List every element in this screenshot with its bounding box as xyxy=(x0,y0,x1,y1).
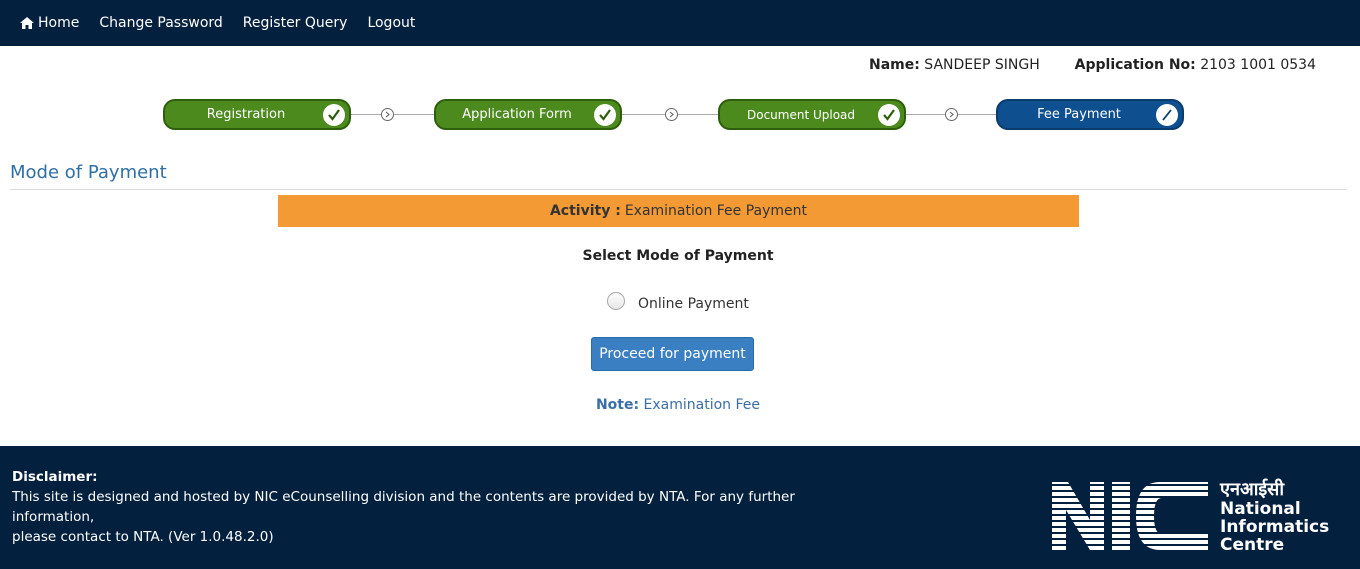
nav-home-link[interactable]: Home xyxy=(20,15,79,31)
check-icon xyxy=(323,104,345,126)
application-no-value: 2103 1001 0534 xyxy=(1200,57,1316,73)
nav-change-password-link[interactable]: Change Password xyxy=(99,15,222,31)
page-title: Mode of Payment xyxy=(10,162,167,183)
online-payment-option[interactable]: Online Payment xyxy=(607,289,749,312)
chevron-right-icon xyxy=(945,108,958,121)
nic-hindi: एनआईसी xyxy=(1220,479,1285,500)
nav-home-label: Home xyxy=(38,15,80,31)
activity-label: Activity : xyxy=(549,203,621,219)
note-label: Note: xyxy=(595,397,640,413)
step-fee-payment: Fee Payment xyxy=(996,99,1184,130)
user-info: Name: SANDEEP SINGH Application No: 2103… xyxy=(869,57,1316,73)
footer: Disclaimer: This site is designed and ho… xyxy=(0,446,1360,569)
step-label: Application Form xyxy=(462,107,572,122)
nav-register-query-link[interactable]: Register Query xyxy=(243,15,348,31)
select-mode-label: Select Mode of Payment xyxy=(582,248,774,264)
home-icon xyxy=(20,17,34,29)
nic-logo: एनआईसी National Informatics Centre xyxy=(1050,480,1329,554)
chevron-right-icon xyxy=(665,108,678,121)
activity-value: Examination Fee Payment xyxy=(624,203,808,219)
note-value: Examination Fee xyxy=(643,397,761,413)
disclaimer: Disclaimer: This site is designed and ho… xyxy=(12,467,872,547)
application-no-label: Application No: xyxy=(1074,57,1196,73)
nic-logo-text: एनआईसी National Informatics Centre xyxy=(1220,479,1330,555)
disclaimer-line: please contact to NTA. (Ver 1.0.48.2.0) xyxy=(12,529,274,545)
activity-banner: Activity : Examination Fee Payment xyxy=(278,195,1079,227)
nic-line: National xyxy=(1220,499,1301,519)
step-label: Registration xyxy=(206,107,286,122)
proceed-for-payment-button[interactable]: Proceed for payment xyxy=(591,337,754,371)
step-label: Document Upload xyxy=(746,107,856,122)
pencil-icon xyxy=(1156,104,1178,126)
nic-line: Centre xyxy=(1220,535,1285,555)
check-icon xyxy=(878,104,900,126)
note: Note: Examination Fee xyxy=(0,397,1356,413)
name-value: SANDEEP SINGH xyxy=(924,57,1040,73)
divider xyxy=(10,189,1346,190)
online-payment-label[interactable]: Online Payment xyxy=(638,296,749,312)
name-label: Name: xyxy=(868,57,920,73)
disclaimer-line: This site is designed and hosted by NIC … xyxy=(12,489,795,525)
step-label: Fee Payment xyxy=(1037,107,1121,122)
nic-logo-mark xyxy=(1050,480,1210,552)
online-payment-radio[interactable] xyxy=(607,291,625,310)
step-registration: Registration xyxy=(163,99,351,130)
disclaimer-title: Disclaimer: xyxy=(12,469,98,485)
nic-line: Informatics xyxy=(1220,517,1330,537)
progress-steps: Registration Application Form Document U… xyxy=(0,99,1360,131)
step-document-upload: Document Upload xyxy=(718,99,906,130)
nav-logout-link[interactable]: Logout xyxy=(367,15,415,31)
top-navbar: Home Change Password Register Query Logo… xyxy=(0,0,1360,46)
chevron-right-icon xyxy=(381,108,394,121)
step-application-form: Application Form xyxy=(434,99,622,130)
check-icon xyxy=(594,104,616,126)
